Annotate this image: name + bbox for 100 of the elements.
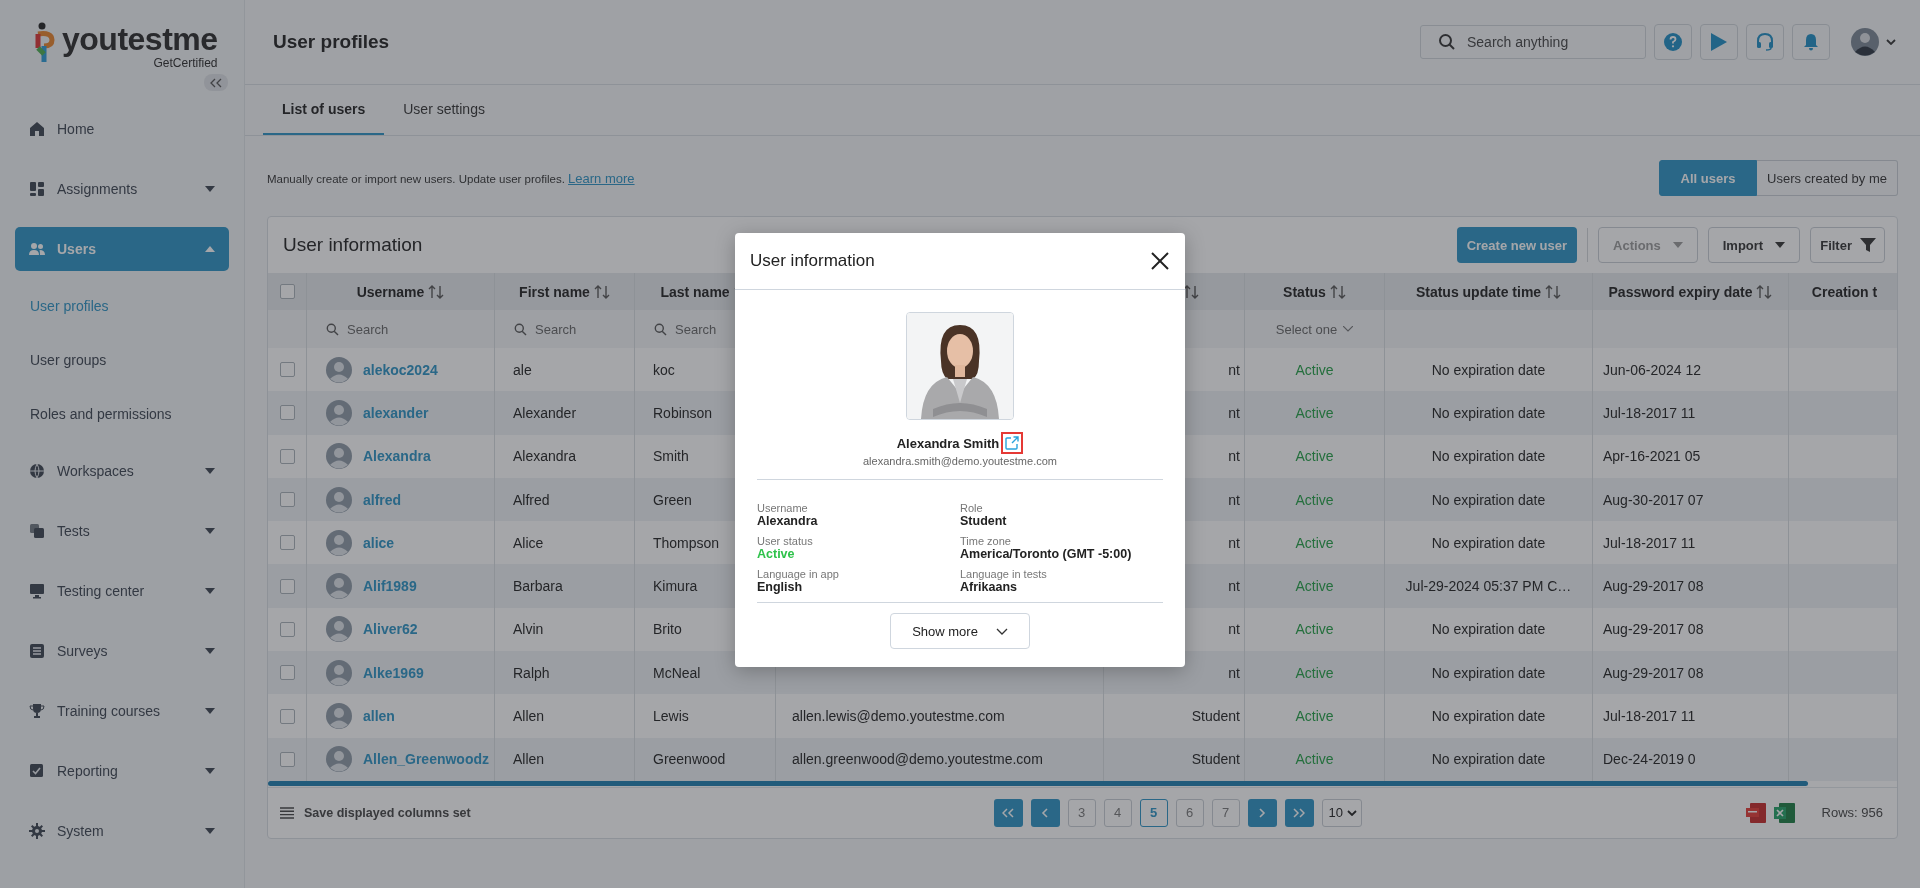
page-title: User profiles [273,31,390,53]
table-cell: Alfred [513,491,550,508]
description-text: Manually create or import new users. Update user profiles. Learn more [267,170,635,186]
table-cell: Active [1295,708,1334,724]
table-cell: Jun-06-2024 12 [1603,361,1702,378]
table-cell: No expiration date [1431,708,1546,724]
search-field[interactable]: Search anything [1420,25,1646,59]
table-cell: Active [1295,491,1334,508]
sidebar-subitem[interactable]: User groups [15,350,229,370]
rows-count: Rows: 956 [1821,805,1883,821]
column-header[interactable]: Password expiry date [1608,283,1753,300]
username-link[interactable]: Aliver62 [363,621,418,638]
table-cell: Thompson [653,534,720,551]
table-cell: Smith [653,448,689,465]
table-cell: Aug-29-2017 08 [1603,578,1704,595]
sidebar-item[interactable]: Assignments [15,167,229,211]
column-search-field[interactable]: Search [347,321,427,337]
table-cell: Apr-16-2021 05 [1603,448,1701,465]
scope-toggle-button[interactable]: Users created by me [1757,160,1898,196]
table-cell: Allen [513,751,545,768]
table-cell: nt [1228,448,1240,465]
sidebar-item[interactable]: Training courses [15,689,229,733]
username-link[interactable]: Alif1989 [363,578,417,595]
table-cell: nt [1228,491,1240,508]
username-link[interactable]: allen [363,708,395,724]
scope-toggle-button[interactable]: All users [1659,160,1758,196]
sidebar-item[interactable]: Home [15,107,229,151]
table-cell: No expiration date [1431,491,1546,508]
show-more-button[interactable]: Show more [890,613,1030,649]
table-cell: Brito [653,621,682,638]
page-button[interactable]: 4 [1103,798,1132,827]
field-label: Language in tests [960,568,1048,580]
dropdown-button[interactable]: Import [1707,227,1801,263]
table-cell: Kimura [653,578,698,595]
page-button[interactable]: 3 [1067,798,1096,827]
username-link[interactable]: Allen_Greenwoodz [363,751,490,768]
table-cell: Dec-24-2019 0 [1603,751,1696,768]
table-cell: Active [1295,664,1334,681]
table-cell: Barbara [513,578,563,595]
table-cell: allen.lewis@demo.youtestme.com [792,708,1005,724]
sidebar-subitem[interactable]: User profiles [15,296,229,316]
field-label: User status [757,535,814,547]
sidebar-item[interactable]: Surveys [15,629,229,673]
table-cell: Active [1295,534,1334,551]
username-link[interactable]: Alexandra [363,448,431,465]
table-cell: koc [653,361,675,378]
username-link[interactable]: alfred [363,491,402,508]
tab[interactable]: User settings [384,85,504,135]
page-button[interactable]: 5 [1139,798,1168,827]
table-cell: nt [1228,621,1240,638]
table-cell: No expiration date [1431,361,1546,378]
username-link[interactable]: alice [363,534,395,551]
field-label: Role [960,502,984,514]
column-search-field[interactable]: Search [675,321,755,337]
card-title: User information [283,234,423,256]
username-link[interactable]: alexander [363,404,429,421]
table-cell: Lewis [653,708,689,724]
username-link[interactable]: Alke1969 [363,664,424,681]
sidebar-item[interactable]: Users [15,227,229,271]
tab[interactable]: List of users [263,85,385,135]
page-size-select[interactable]: 10 [1321,798,1362,827]
table-cell: allen.greenwood@demo.youtestme.com [792,751,1043,768]
sidebar-item[interactable]: System [15,809,229,853]
sidebar-item[interactable]: Workspaces [15,449,229,493]
filter-button[interactable]: Filter [1810,227,1885,263]
column-header[interactable]: Creation t [1811,283,1878,300]
status-select[interactable]: Select one [1269,320,1360,338]
save-columns-button[interactable]: Save displayed columns set [280,805,740,820]
user-email: alexandra.smith@demo.youtestme.com [863,455,1057,467]
table-cell: No expiration date [1431,664,1546,681]
table-cell: Alice [513,534,544,551]
column-search-field[interactable]: Search [535,321,615,337]
username-link[interactable]: alekoc2024 [363,361,438,378]
column-header[interactable]: Status [1283,283,1326,300]
create-user-button[interactable]: Create new user [1456,227,1578,263]
table-cell: Robinson [653,404,713,421]
column-header[interactable]: Last name [660,283,730,300]
table-cell: Student [1191,751,1240,768]
sidebar-item[interactable]: Reporting [15,749,229,793]
table-cell: Aug-30-2017 07 [1603,491,1704,508]
table-cell: Active [1295,578,1334,595]
page-button[interactable]: 6 [1175,798,1204,827]
table-cell: Green [653,491,692,508]
table-cell: Jul-18-2017 11 [1603,534,1696,551]
field-label: Username [757,502,809,514]
table-cell: No expiration date [1431,534,1546,551]
column-header[interactable]: First name [519,283,590,300]
sidebar-subitem[interactable]: Roles and permissions [15,404,229,424]
page-button[interactable]: 7 [1211,798,1240,827]
column-header[interactable]: Status update time [1415,283,1542,300]
sidebar-item[interactable]: Tests [15,509,229,553]
sidebar-item[interactable]: Testing center [15,569,229,613]
table-cell: ale [513,361,532,378]
field-value: Student [960,514,1008,528]
learn-more-link[interactable]: Learn more [568,170,635,186]
column-header[interactable]: Username [356,283,425,300]
table-cell: Jul-18-2017 11 [1603,708,1696,724]
table-cell: No expiration date [1431,751,1546,768]
table-cell: Aug-29-2017 08 [1603,664,1704,681]
table-cell: Allen [513,708,545,724]
